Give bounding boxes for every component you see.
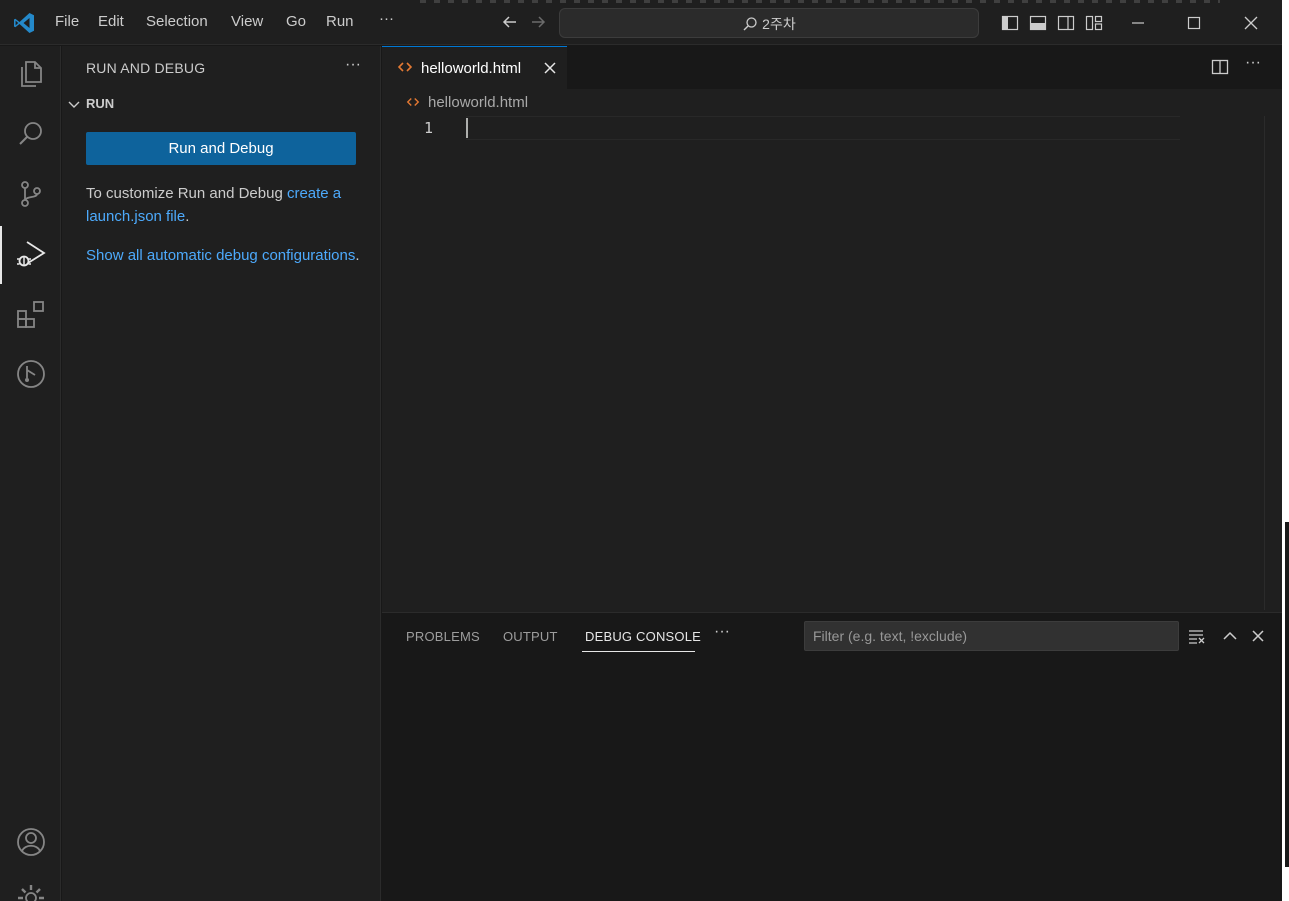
run-and-debug-sidebar: RUN AND DEBUG ··· RUN Run and Debug To c… [62,46,381,901]
chevron-down-icon [68,101,80,108]
customize-layout-icon[interactable] [1084,13,1104,33]
vscode-window: File Edit Selection View Go Run ··· 2주차 [0,0,1282,901]
background-text-strip [420,0,1220,3]
git-graph-icon[interactable] [15,358,47,390]
command-center-label: 2주차 [762,16,796,32]
tab-output[interactable]: OUTPUT [503,629,558,644]
show-configurations-text: Show all automatic debug configurations. [86,244,366,267]
menu-run[interactable]: Run [326,13,354,30]
vscode-logo-icon [14,13,34,33]
command-center-search[interactable]: 2주차 [559,8,979,38]
activity-bar [0,46,61,901]
show-automatic-debug-configurations-link[interactable]: Show all automatic debug configurations [86,247,355,264]
menu-file[interactable]: File [55,13,79,30]
editor-area: helloworld.html ··· helloworld.html 1 [382,46,1282,612]
extensions-icon[interactable] [15,298,47,330]
run-and-debug-button[interactable]: Run and Debug [86,132,356,165]
toggle-panel-icon[interactable] [1028,13,1048,33]
run-and-debug-icon[interactable] [15,238,47,270]
run-section-label: RUN [86,96,115,111]
tab-problems[interactable]: PROBLEMS [406,629,480,644]
html-file-icon [397,62,413,72]
customize-end: . [185,208,190,225]
active-view-indicator [0,226,2,284]
text-cursor [466,118,468,138]
tab-label: helloworld.html [421,60,522,77]
html-file-icon [406,98,420,106]
toggle-secondary-sidebar-icon[interactable] [1056,13,1076,33]
close-panel-icon[interactable] [1248,626,1268,646]
clear-console-icon[interactable] [1187,626,1207,646]
current-line-highlight [466,116,1180,140]
menu-view[interactable]: View [231,13,263,30]
panel-more-tabs-button[interactable]: ··· [711,623,733,645]
arrow-left-icon[interactable] [500,12,520,32]
active-tab-underline [582,651,695,652]
show-end: . [355,247,360,264]
breadcrumb-file-label: helloworld.html [428,94,529,111]
split-editor-icon[interactable] [1210,57,1230,77]
close-icon[interactable] [541,59,559,77]
sidebar-title: RUN AND DEBUG [86,60,206,76]
customize-label: To customize Run and Debug [86,185,287,202]
tab-debug-console[interactable]: DEBUG CONSOLE [585,629,701,644]
sidebar-more-actions-button[interactable]: ··· [342,56,364,78]
customize-text: To customize Run and Debug create a laun… [86,182,366,228]
source-control-icon[interactable] [15,178,47,210]
menu-edit[interactable]: Edit [98,13,124,30]
menu-more-button[interactable]: ··· [379,10,394,27]
title-bar: File Edit Selection View Go Run ··· 2주차 [0,0,1282,45]
bottom-panel: PROBLEMS OUTPUT DEBUG CONSOLE ··· [382,612,1282,901]
toggle-primary-sidebar-icon[interactable] [1000,13,1020,33]
tab-helloworld-html[interactable]: helloworld.html [382,46,567,89]
search-icon [743,17,757,31]
editor-tab-bar: helloworld.html ··· [382,46,1282,89]
accounts-icon[interactable] [15,826,47,858]
line-number: 1 [424,119,434,137]
menu-selection[interactable]: Selection [146,13,208,30]
manage-gear-icon[interactable] [15,882,47,901]
menu-go[interactable]: Go [286,13,306,30]
arrow-right-icon[interactable] [528,12,548,32]
close-window-icon[interactable] [1240,12,1262,34]
minimize-icon[interactable] [1127,12,1149,34]
editor-scrollbar[interactable] [1264,116,1278,610]
debug-console-filter-input[interactable] [804,621,1179,651]
maximize-icon[interactable] [1183,12,1205,34]
explorer-icon[interactable] [15,58,47,90]
maximize-panel-chevron-up-icon[interactable] [1220,626,1240,646]
editor-more-actions-button[interactable]: ··· [1242,54,1264,76]
search-icon[interactable] [15,118,47,150]
background-window-edge [1285,522,1289,867]
